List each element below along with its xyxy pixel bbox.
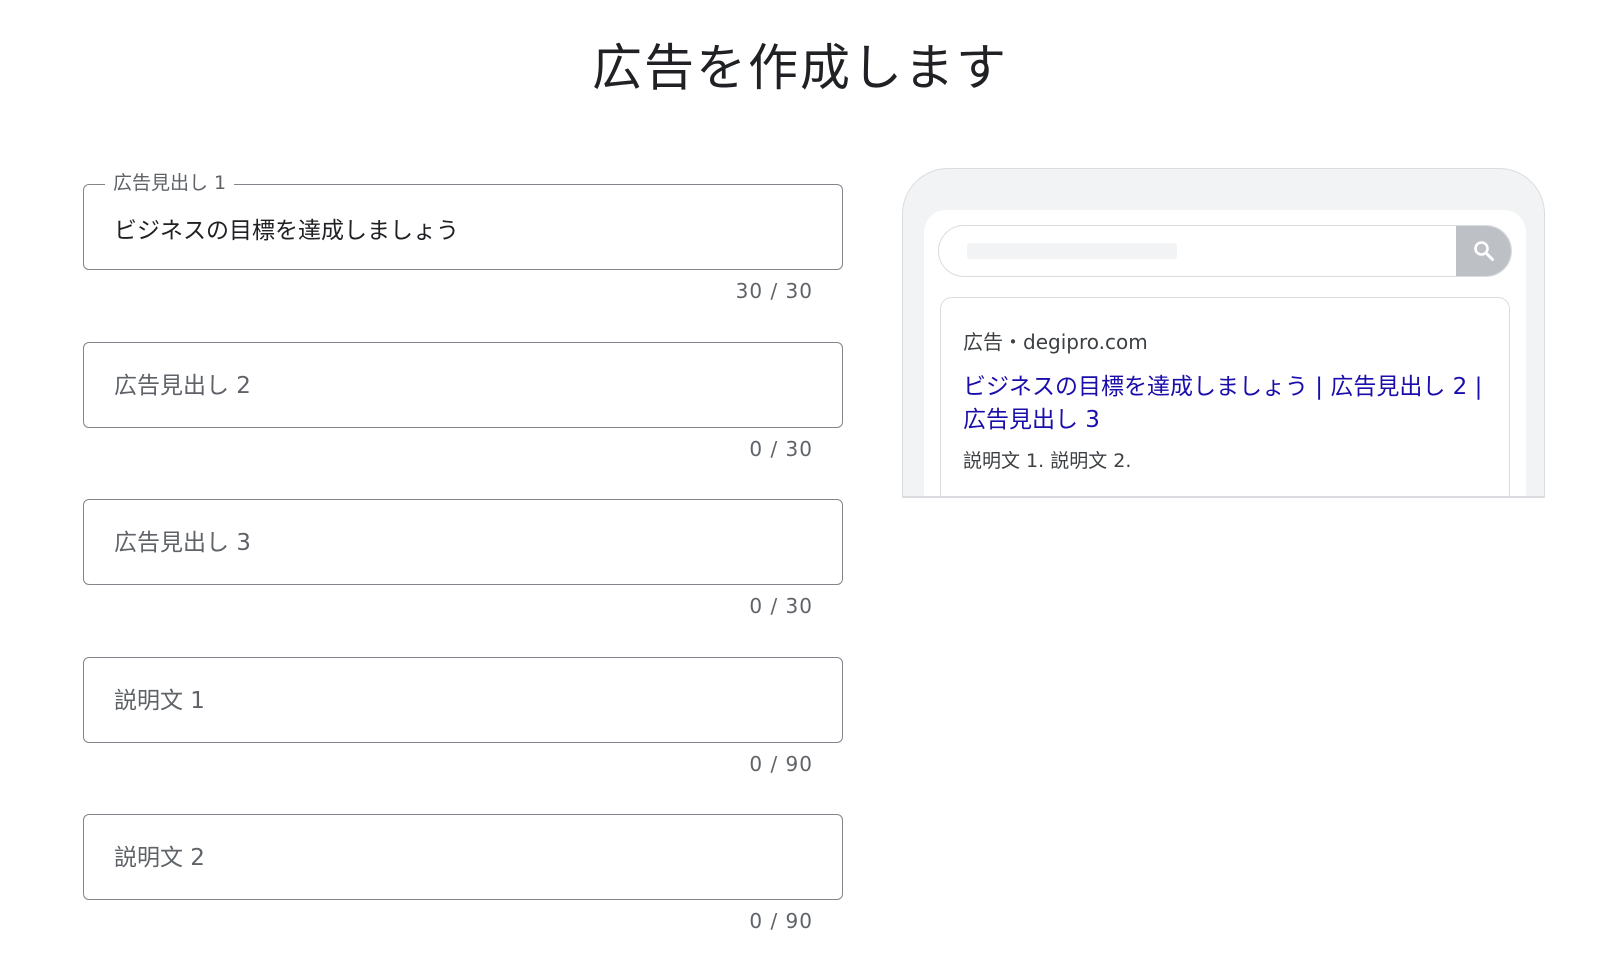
ad-description: 説明文 1. 説明文 2.	[963, 450, 1132, 472]
headline-3-counter: 0 / 30	[749, 594, 813, 618]
ad-result-card: 広告・degipro.com ビジネスの目標を達成しましょう | 広告見出し 2…	[940, 297, 1510, 497]
ad-meta: 広告・degipro.com	[963, 330, 1148, 354]
headline-1-input[interactable]	[114, 185, 814, 271]
description-2-counter: 0 / 90	[749, 909, 813, 933]
ad-creation-page: 広告を作成します 広告見出し 1 30 / 30 0 / 30 0 / 30	[0, 0, 1600, 953]
description-2-input[interactable]	[114, 815, 814, 901]
search-query-placeholder	[967, 243, 1177, 259]
headline-2-input[interactable]	[114, 342, 814, 429]
headline-2-box[interactable]	[83, 341, 843, 429]
mobile-ad-preview: 広告・degipro.com ビジネスの目標を達成しましょう | 広告見出し 2…	[902, 168, 1545, 497]
description-1-counter: 0 / 90	[749, 751, 813, 776]
ad-headline-link: ビジネスの目標を達成しましょう | 広告見出し 2 | 広告見出し 3	[963, 374, 1483, 433]
headline-3-field: 0 / 30	[83, 499, 843, 657]
preview-search-button	[1456, 226, 1511, 276]
headline-3-input[interactable]	[114, 500, 814, 586]
headline-2-field: 0 / 30	[83, 341, 843, 500]
search-icon	[1474, 241, 1494, 261]
headline-1-field: 広告見出し 1 30 / 30	[83, 170, 843, 342]
preview-search-bar	[938, 225, 1512, 277]
preview-divider	[902, 496, 1545, 498]
headline-1-box[interactable]	[83, 184, 843, 271]
headline-3-box[interactable]	[83, 499, 843, 586]
ad-form: 広告見出し 1 30 / 30 0 / 30 0 / 30 0 / 90	[83, 170, 843, 953]
page-title: 広告を作成します	[592, 39, 1008, 97]
description-1-box[interactable]	[83, 656, 843, 744]
description-1-field: 0 / 90	[83, 656, 843, 815]
description-2-box[interactable]	[83, 814, 843, 901]
preview-screen: 広告・degipro.com ビジネスの目標を達成しましょう | 広告見出し 2…	[924, 210, 1526, 497]
description-2-field: 0 / 90	[83, 814, 843, 953]
headline-1-label: 広告見出し 1	[105, 170, 235, 196]
description-1-input[interactable]	[114, 657, 814, 744]
headline-1-counter: 30 / 30	[735, 279, 813, 303]
headline-2-counter: 0 / 30	[749, 436, 813, 461]
